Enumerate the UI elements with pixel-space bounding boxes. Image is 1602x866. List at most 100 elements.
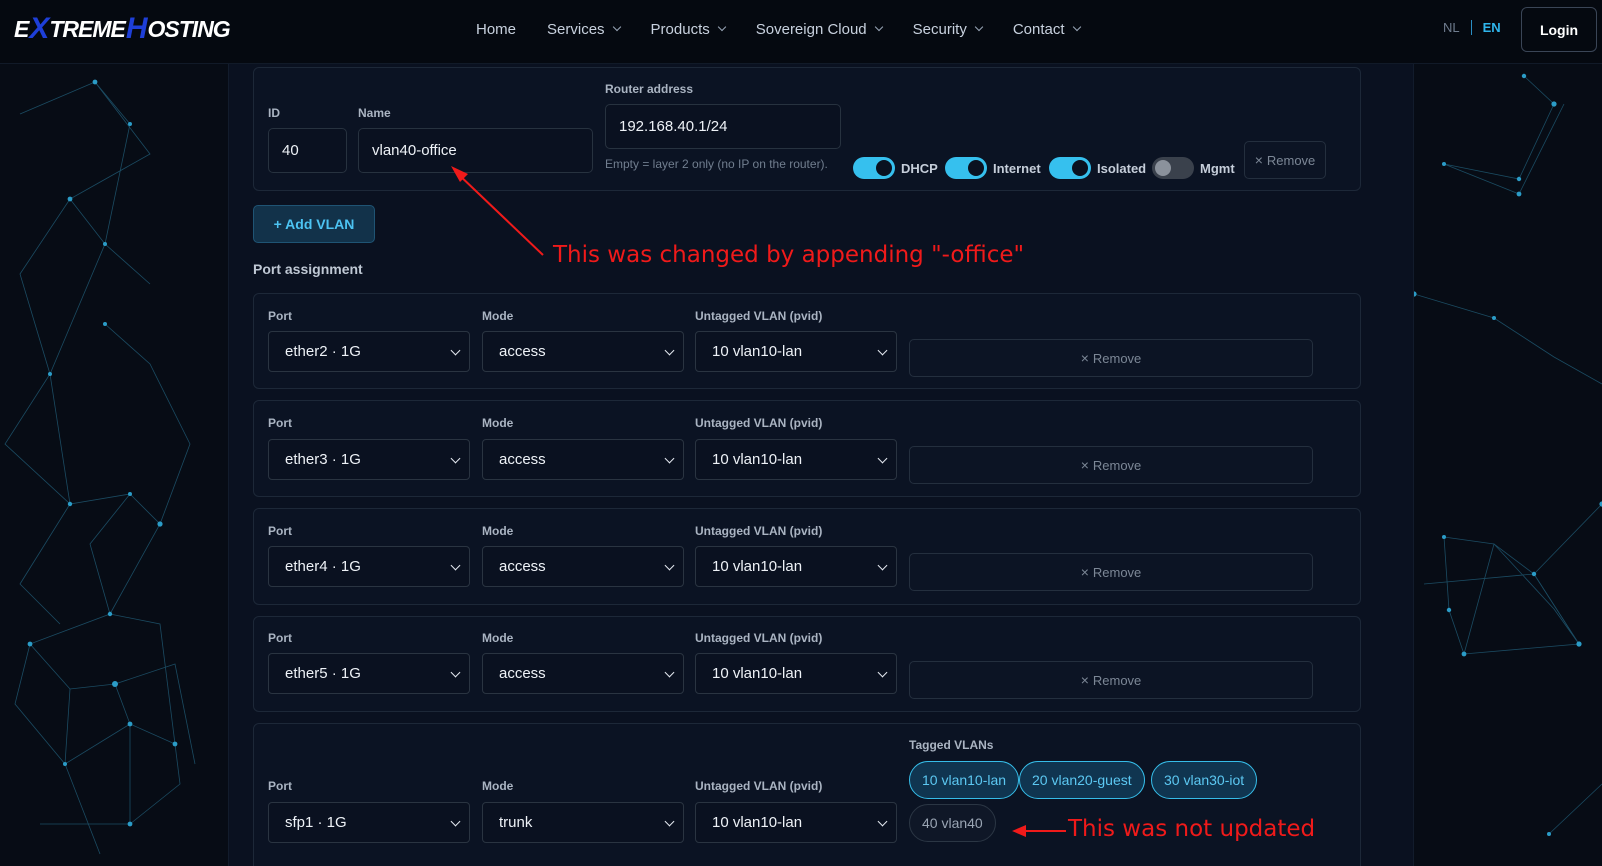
vlan-name-input[interactable]: vlan40-office (358, 128, 593, 173)
remove-port-button[interactable]: × Remove (909, 661, 1313, 699)
mode-label: Mode (482, 309, 514, 323)
pvid-label: Untagged VLAN (pvid) (695, 524, 823, 538)
remove-port-button[interactable]: × Remove (909, 446, 1313, 484)
chevron-down-icon (450, 453, 461, 464)
pvid-select[interactable]: 10 vlan10-lan (695, 546, 897, 587)
mode-label: Mode (482, 524, 514, 538)
nav-home[interactable]: Home (476, 21, 516, 38)
mode-select[interactable]: access (482, 331, 684, 372)
chevron-down-icon (1072, 22, 1081, 32)
logo-text-part: OSTING (147, 15, 231, 42)
annotation-not-updated: This was not updated (1068, 816, 1316, 842)
nav-sovereign-cloud[interactable]: Sovereign Cloud (755, 20, 883, 38)
chevron-down-icon (877, 816, 888, 827)
port-select[interactable]: ether2 · 1G (268, 331, 470, 372)
chevron-down-icon (664, 560, 675, 571)
pvid-label: Untagged VLAN (pvid) (695, 779, 823, 793)
chevron-down-icon (664, 816, 675, 827)
chevron-down-icon (874, 22, 883, 32)
remove-label: Remove (1092, 350, 1142, 366)
router-address-input[interactable]: 192.168.40.1/24 (605, 104, 841, 149)
internet-toggle[interactable] (945, 157, 987, 179)
pvid-select[interactable]: 10 vlan10-lan (695, 331, 897, 372)
chevron-down-icon (717, 22, 726, 32)
port-select[interactable]: ether3 · 1G (268, 439, 470, 480)
toggle-knob (968, 160, 984, 176)
pvid-value: 10 vlan10-lan (712, 558, 803, 575)
isolated-toggle[interactable] (1049, 157, 1091, 179)
nav-contact[interactable]: Contact (1012, 20, 1081, 38)
logo-mark: X (29, 12, 49, 45)
pvid-label: Untagged VLAN (pvid) (695, 631, 823, 645)
dhcp-toggle[interactable] (853, 157, 895, 179)
mode-value: access (499, 558, 546, 575)
chevron-down-icon (612, 22, 621, 32)
chevron-down-icon (664, 345, 675, 356)
chevron-down-icon (877, 560, 888, 571)
brand-logo[interactable]: E X TREME H OSTING (14, 12, 231, 45)
toggle-knob (1155, 160, 1171, 176)
pvid-select[interactable]: 10 vlan10-lan (695, 653, 897, 694)
port-assignment-heading: Port assignment (253, 261, 363, 277)
port-select[interactable]: ether4 · 1G (268, 546, 470, 587)
lang-divider (1470, 20, 1472, 35)
port-select[interactable]: ether5 · 1G (268, 653, 470, 694)
top-navbar: E X TREME H OSTING Home Services Products So… (0, 0, 1602, 64)
chevron-down-icon (450, 816, 461, 827)
remove-port-button[interactable]: × Remove (909, 553, 1313, 591)
nav-label: Sovereign Cloud (755, 20, 867, 38)
main-nav: Home Services Products Sovereign Cloud S… (476, 0, 1111, 58)
port-row: Port ether4 · 1G Mode access Untagged VL… (253, 508, 1361, 605)
mode-value: access (499, 451, 546, 468)
close-icon: × (1080, 350, 1089, 366)
nav-label: Security (912, 20, 967, 38)
tagged-vlans-label: Tagged VLANs (909, 738, 994, 752)
chevron-down-icon (877, 667, 888, 678)
pvid-select[interactable]: 10 vlan10-lan (695, 802, 897, 843)
login-button[interactable]: Login (1521, 7, 1597, 52)
port-row: Port ether5 · 1G Mode access Untagged VL… (253, 616, 1361, 712)
pvid-select[interactable]: 10 vlan10-lan (695, 439, 897, 480)
tagged-vlan-chip[interactable]: 10 vlan10-lan (909, 761, 1020, 799)
vlan-id-input[interactable]: 40 (268, 128, 347, 173)
router-address-label: Router address (605, 82, 694, 96)
mgmt-toggle[interactable] (1152, 157, 1194, 179)
vlan-name-label: Name (358, 106, 391, 120)
network-background-art (4, 79, 196, 855)
port-select[interactable]: sfp1 · 1G (268, 802, 470, 843)
internet-label: Internet (993, 161, 1041, 176)
close-icon: × (1254, 152, 1263, 168)
port-label: Port (268, 779, 292, 793)
add-vlan-button[interactable]: + Add VLAN (253, 205, 375, 243)
tagged-vlan-chip-unselected[interactable]: 40 vlan40 (909, 804, 996, 842)
lang-nl[interactable]: NL (1443, 20, 1460, 35)
toggle-knob (876, 160, 892, 176)
router-address-hint: Empty = layer 2 only (no IP on the route… (605, 157, 828, 171)
nav-services[interactable]: Services (547, 21, 621, 38)
port-value: sfp1 · 1G (285, 814, 347, 831)
port-value: ether4 · 1G (285, 558, 361, 575)
mode-select[interactable]: access (482, 439, 684, 480)
chevron-down-icon (877, 345, 888, 356)
tagged-vlan-chip[interactable]: 30 vlan30-iot (1151, 761, 1258, 799)
dhcp-label: DHCP (901, 161, 938, 176)
lang-en[interactable]: EN (1483, 20, 1501, 35)
remove-port-button[interactable]: × Remove (909, 339, 1313, 377)
nav-security[interactable]: Security (912, 20, 984, 38)
mode-select[interactable]: access (482, 653, 684, 694)
mode-select[interactable]: trunk (482, 802, 684, 843)
main-content: ID 40 Name vlan40-office Router address … (228, 64, 1414, 866)
remove-vlan-button[interactable]: × Remove (1244, 141, 1326, 179)
mode-label: Mode (482, 779, 514, 793)
mode-select[interactable]: access (482, 546, 684, 587)
tagged-vlan-chip[interactable]: 20 vlan20-guest (1019, 761, 1145, 799)
port-row-trunk: Port sfp1 · 1G Mode trunk Untagged VLAN … (253, 723, 1361, 866)
nav-products[interactable]: Products (651, 21, 726, 38)
chevron-down-icon (450, 560, 461, 571)
pvid-value: 10 vlan10-lan (712, 665, 803, 682)
nav-label: Contact (1012, 20, 1065, 38)
port-label: Port (268, 416, 292, 430)
language-switcher: NL EN (1443, 20, 1501, 35)
chevron-down-icon (877, 453, 888, 464)
chevron-down-icon (974, 22, 984, 32)
